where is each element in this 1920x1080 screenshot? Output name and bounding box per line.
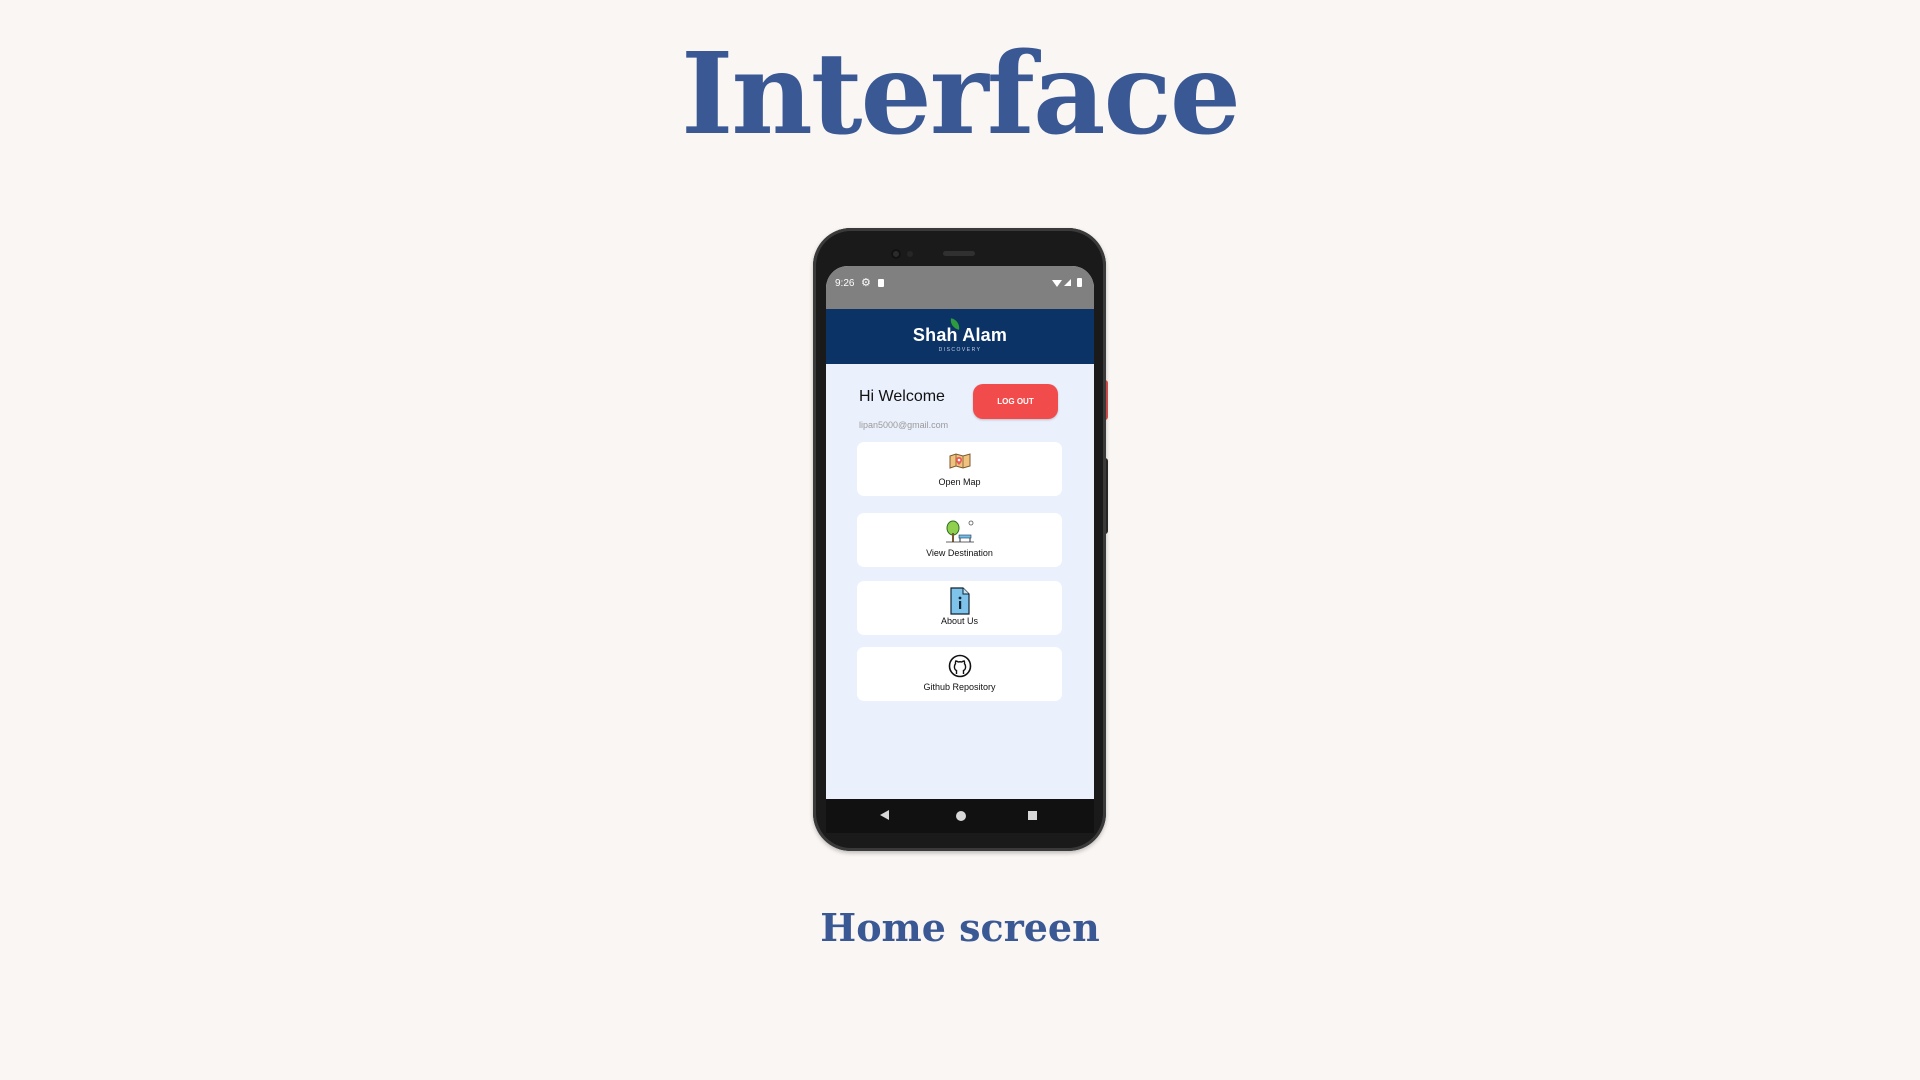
android-nav-bar	[826, 799, 1094, 833]
back-icon[interactable]	[880, 810, 889, 820]
phone-screen: 9:26 ⚙ Shah Alam DISCOVERY Hi Welcome li…	[826, 266, 1094, 799]
gear-icon: ⚙	[861, 277, 871, 289]
signal-icon	[1064, 279, 1071, 286]
app-logo-subtext: DISCOVERY	[938, 347, 982, 353]
slide-caption: Home screen	[820, 905, 1100, 950]
info-document-icon	[857, 587, 1062, 615]
front-camera-icon	[891, 249, 901, 259]
wifi-icon	[1052, 280, 1062, 287]
view-destination-button[interactable]: View Destination	[857, 513, 1062, 567]
sd-card-icon	[878, 279, 884, 287]
home-icon[interactable]	[956, 811, 966, 821]
status-time: 9:26	[835, 278, 855, 289]
menu-label: Open Map	[938, 477, 981, 487]
welcome-greeting: Hi Welcome	[859, 388, 945, 405]
map-icon	[857, 450, 1062, 472]
battery-icon	[1077, 278, 1082, 287]
app-logo: Shah Alam	[912, 325, 1008, 345]
menu-label: Github Repository	[923, 682, 996, 692]
earpiece-speaker	[943, 251, 975, 256]
about-us-button[interactable]: About Us	[857, 581, 1062, 635]
status-bar: 9:26 ⚙	[826, 266, 1094, 309]
logout-button[interactable]: LOG OUT	[973, 384, 1058, 419]
menu-label: About Us	[940, 616, 979, 626]
park-icon	[857, 520, 1062, 543]
recents-icon[interactable]	[1028, 811, 1037, 820]
slide-title: Interface	[680, 29, 1241, 160]
menu-label: View Destination	[926, 548, 993, 558]
app-header: Shah Alam DISCOVERY	[826, 309, 1094, 364]
github-icon	[857, 654, 1062, 678]
sensor-icon	[907, 251, 913, 257]
user-email: lipan5000@gmail.com	[859, 420, 949, 430]
open-map-button[interactable]: Open Map	[857, 442, 1062, 496]
github-repository-button[interactable]: Github Repository	[857, 647, 1062, 701]
